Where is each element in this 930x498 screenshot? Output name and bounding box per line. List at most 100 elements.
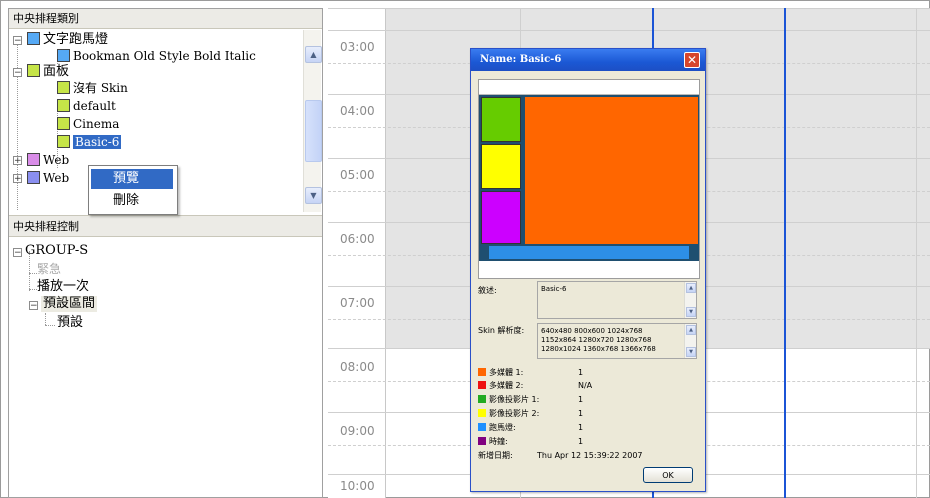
tree-node-web1[interactable]: Web	[27, 152, 69, 168]
tree-node-skin-basic6[interactable]: Basic-6	[57, 134, 122, 150]
legend-label: 多媒體 1:	[489, 368, 524, 377]
ok-button[interactable]: OK	[643, 467, 693, 483]
menu-item-delete[interactable]: 刪除	[91, 191, 173, 211]
time-label: 05:00	[340, 168, 375, 182]
purple-swatch-icon	[478, 437, 486, 445]
description-label: 敘述:	[478, 286, 497, 295]
layout-preview	[478, 79, 700, 279]
tree-node-web2[interactable]: Web	[27, 170, 69, 186]
scroll-up-button[interactable]: ▲	[305, 46, 322, 63]
legend-row: 多媒體 1: 1	[478, 367, 583, 378]
scroll-thumb[interactable]	[305, 100, 322, 162]
legend-label: 跑馬燈:	[489, 423, 516, 432]
resolution-line: 640x480 800x600 1024x768	[541, 327, 643, 335]
date-row: 新增日期: Thu Apr 12 15:39:22 2007	[478, 450, 643, 461]
tree-guide	[29, 273, 37, 274]
tree-node-skin-none[interactable]: 沒有 Skin	[57, 80, 128, 96]
preview-zone-purple	[481, 191, 521, 244]
resolution-line: 1152x864 1280x720 1280x768	[541, 336, 652, 344]
tree-node-preset-range[interactable]: 預設區間	[41, 296, 98, 312]
tree-node-play-once[interactable]: 播放一次	[37, 279, 89, 295]
tree-node-group[interactable]: GROUP-S	[25, 243, 88, 259]
description-value: Basic-6	[541, 285, 567, 293]
expand-web2-toggle[interactable]: +	[13, 174, 22, 184]
control-panel-header: 中央排程控制	[9, 215, 322, 237]
time-label: 10:00	[340, 479, 375, 493]
orange-swatch-icon	[478, 368, 486, 376]
tree-node-skin-default[interactable]: default	[57, 98, 116, 114]
legend-label: 影像投影片 2:	[489, 409, 540, 418]
collapse-group-toggle[interactable]: −	[13, 248, 22, 258]
menu-item-preview[interactable]: 預覽	[91, 169, 173, 189]
preview-zone-green	[481, 97, 521, 142]
selected-node-label: Basic-6	[73, 135, 122, 149]
legend-label: 多媒體 2:	[489, 381, 524, 390]
description-scrollbar[interactable]: ▲ ▼	[684, 282, 696, 318]
resolution-line: 1280x1024 1360x768 1366x768	[541, 345, 656, 353]
legend-value: N/A	[578, 381, 593, 390]
green-swatch-icon	[478, 395, 486, 403]
tree-node-marquee[interactable]: 文字跑馬燈	[27, 32, 108, 48]
expand-web1-toggle[interactable]: +	[13, 156, 22, 166]
tree-node-marquee-font[interactable]: Bookman Old Style Bold Italic	[57, 48, 256, 64]
purple-square-icon	[27, 153, 40, 166]
time-label: 08:00	[340, 360, 375, 374]
tree-node-panel[interactable]: 面板	[27, 64, 69, 80]
tree-guide	[45, 313, 46, 325]
green-square-icon	[57, 81, 70, 94]
resolution-box[interactable]: 640x480 800x600 1024x768 1152x864 1280x7…	[537, 323, 697, 359]
tree-guide	[29, 289, 37, 290]
context-menu: 預覽 刪除	[88, 165, 178, 215]
time-label: 06:00	[340, 232, 375, 246]
scroll-down-button[interactable]: ▼	[305, 187, 322, 204]
blue-square-icon	[27, 32, 40, 45]
legend-value: 1	[578, 409, 584, 418]
green-square-icon	[57, 135, 70, 148]
time-column: 03:00 04:00 05:00 06:00 07:00 08:00 09:0…	[328, 8, 386, 498]
time-label: 04:00	[340, 104, 375, 118]
dialog-title-bar[interactable]: Name: Basic-6 ✕	[471, 49, 705, 71]
legend-value: 1	[578, 368, 584, 377]
yellow-swatch-icon	[478, 409, 486, 417]
skin-preview-dialog: Name: Basic-6 ✕ 敘述: Basic-6 ▲ ▼ Skin 解析度:…	[470, 48, 706, 492]
legend-row: 跑馬燈: 1	[478, 422, 583, 433]
time-label: 07:00	[340, 296, 375, 310]
legend-row: 影像投影片 1: 1	[478, 394, 583, 405]
resolution-label: Skin 解析度:	[478, 326, 525, 335]
time-label: 03:00	[340, 40, 375, 54]
resolution-scrollbar[interactable]: ▲ ▼	[684, 324, 696, 358]
category-tree-scrollbar[interactable]: ▲ ▼	[303, 30, 322, 212]
control-tree: − GROUP-S 緊急 播放一次 − 預設區間 預設	[9, 239, 322, 497]
close-icon[interactable]: ✕	[684, 52, 700, 68]
collapse-preset-range-toggle[interactable]: −	[29, 301, 38, 311]
blue-square-icon	[57, 49, 70, 62]
legend-label: 時鐘:	[489, 437, 508, 446]
hour-line	[328, 30, 930, 31]
legend-label: 影像投影片 1:	[489, 395, 540, 404]
date-label: 新增日期:	[478, 451, 513, 460]
lavender-square-icon	[27, 171, 40, 184]
red-swatch-icon	[478, 381, 486, 389]
hour-line	[328, 8, 930, 9]
blue-swatch-icon	[478, 423, 486, 431]
legend-value: 1	[578, 395, 584, 404]
preview-zone-yellow	[481, 144, 521, 189]
legend-value: 1	[578, 423, 584, 432]
tree-node-preset[interactable]: 預設	[57, 315, 83, 331]
legend-value: 1	[578, 437, 584, 446]
green-square-icon	[57, 117, 70, 130]
date-value: Thu Apr 12 15:39:22 2007	[537, 451, 643, 460]
tree-guide	[45, 325, 55, 326]
description-box[interactable]: Basic-6 ▲ ▼	[537, 281, 697, 319]
tree-node-urgent[interactable]: 緊急	[37, 261, 61, 277]
day-column-line	[916, 8, 917, 498]
collapse-marquee-toggle[interactable]: −	[13, 36, 22, 46]
green-square-icon	[57, 99, 70, 112]
day-column-highlight-line	[784, 8, 786, 498]
tree-node-skin-cinema[interactable]: Cinema	[57, 116, 119, 132]
left-panel: 中央排程類別 − 文字跑馬燈 Bookman Old Style Bold It…	[8, 8, 323, 498]
tree-guide	[17, 40, 18, 210]
dialog-title: Name: Basic-6	[480, 54, 562, 65]
legend-row: 時鐘: 1	[478, 436, 583, 447]
collapse-panel-toggle[interactable]: −	[13, 68, 22, 78]
